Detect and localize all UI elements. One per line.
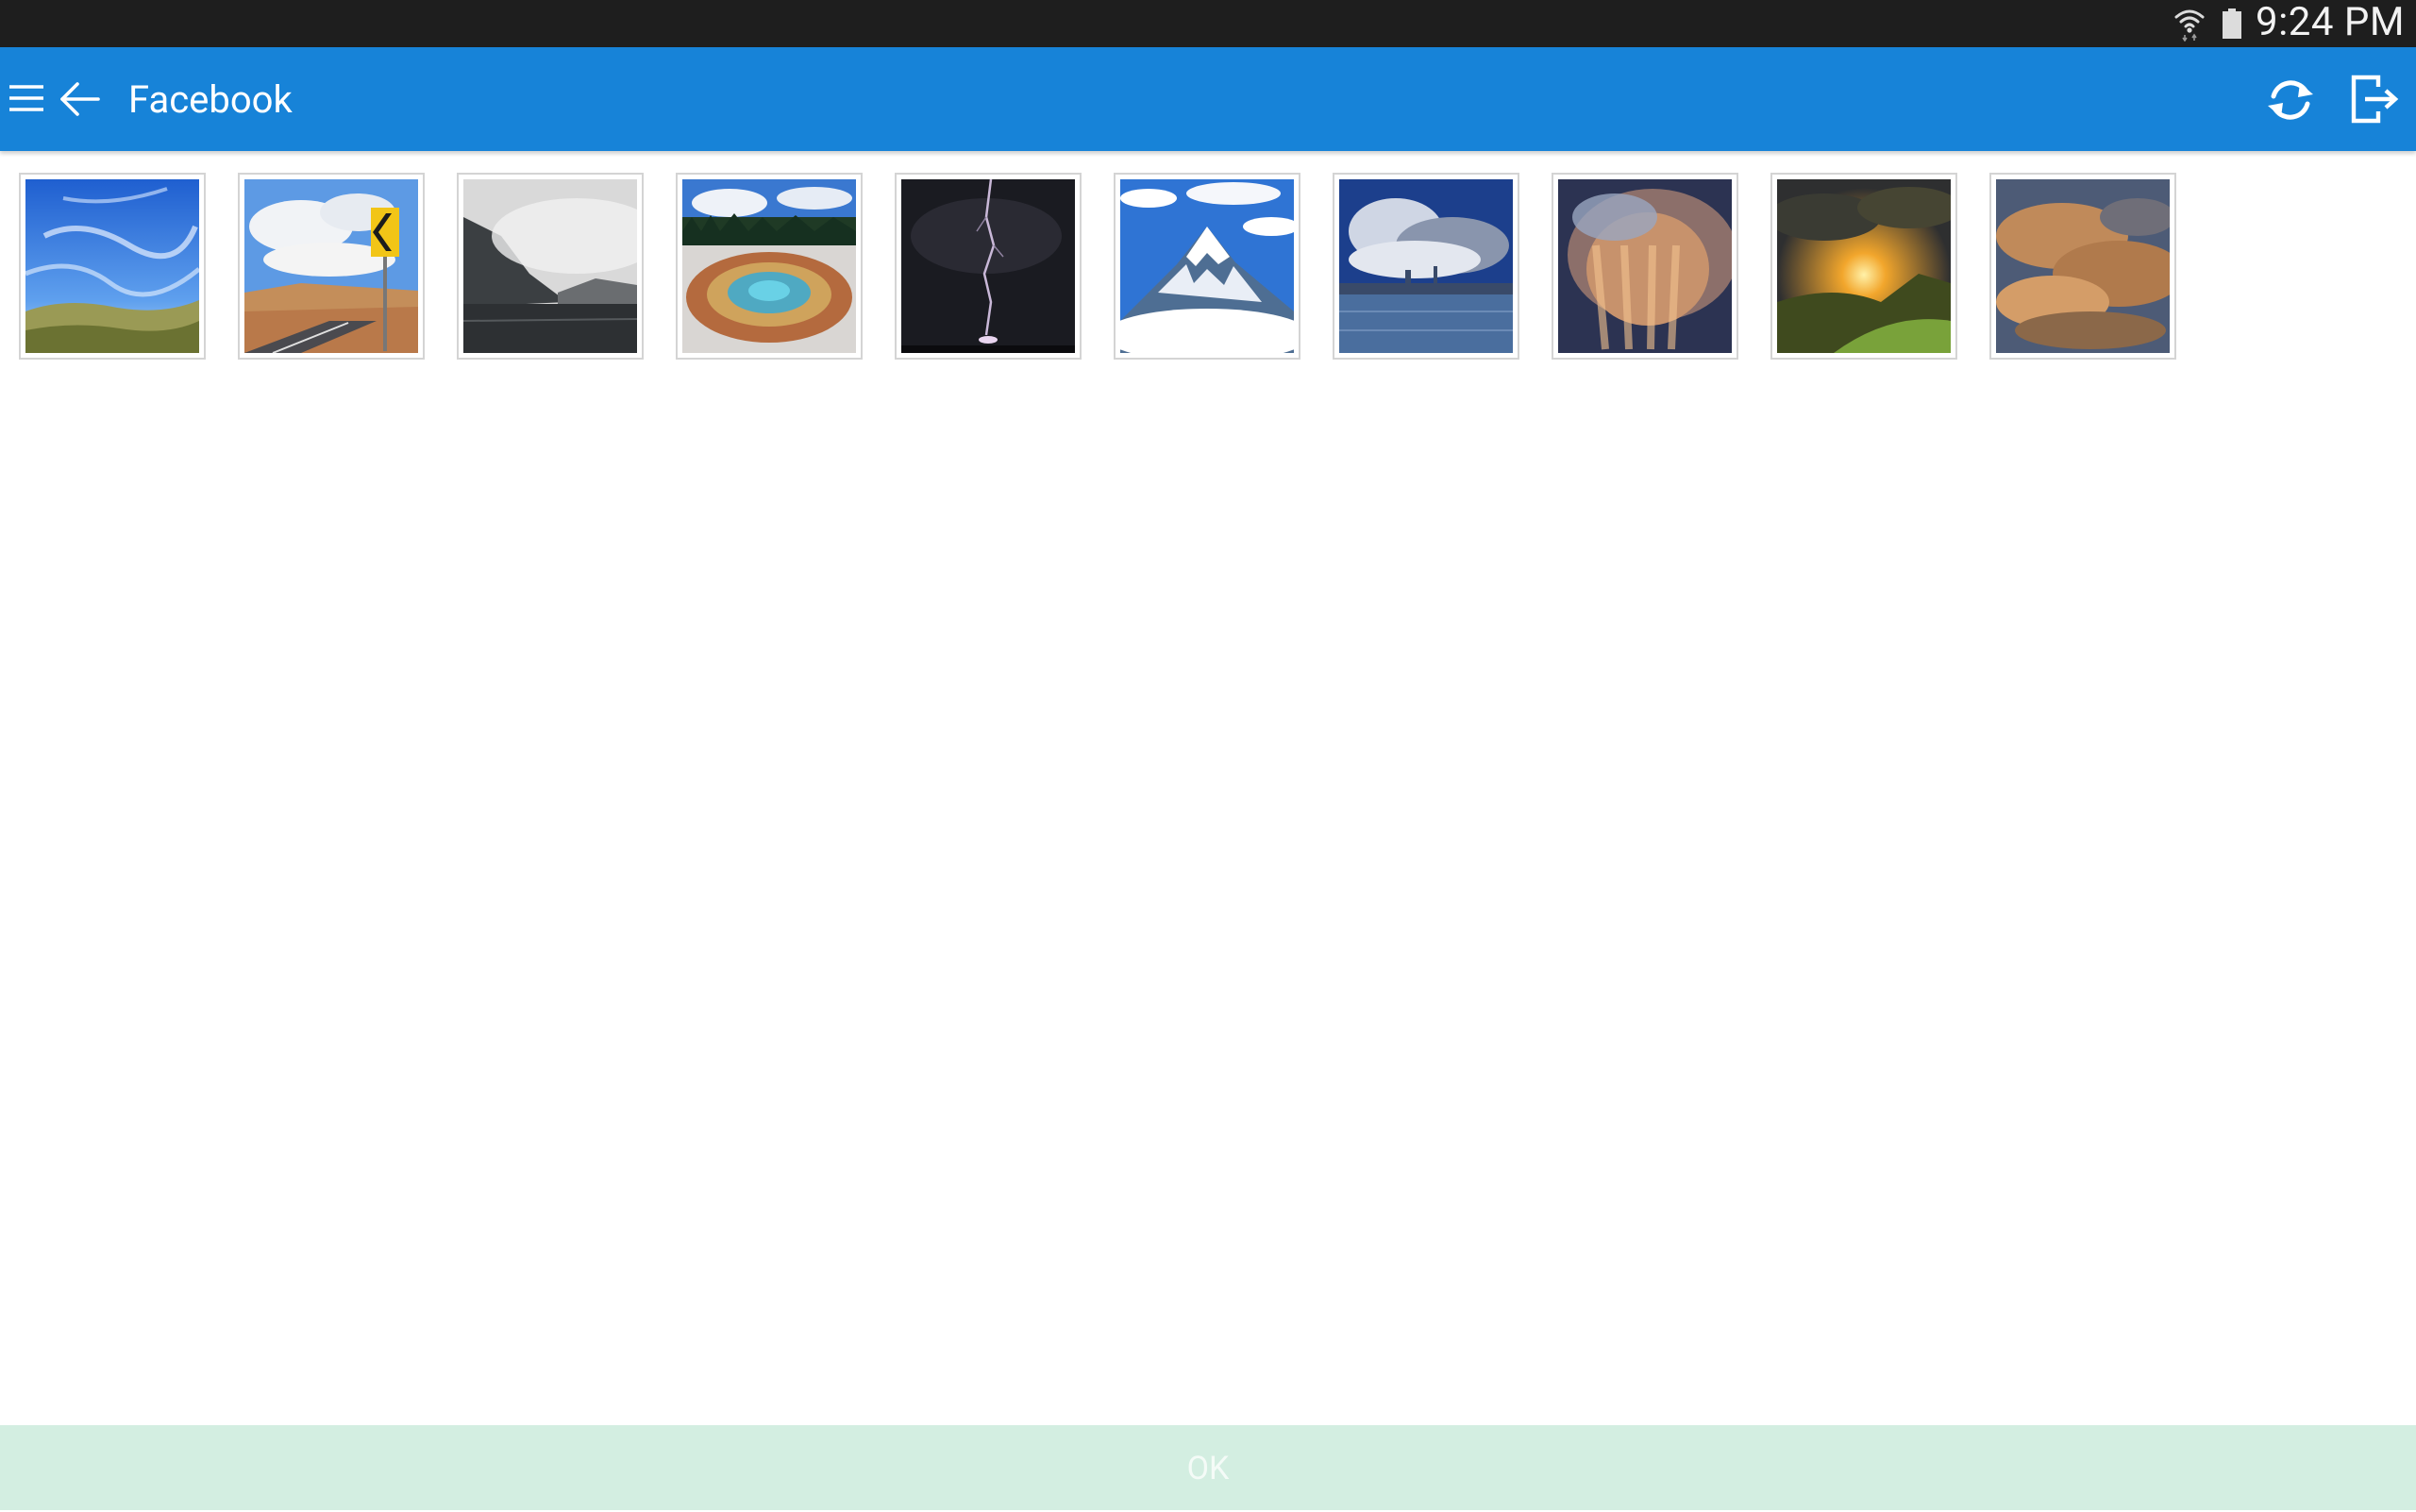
photo-thumbnail[interactable] [457,173,644,360]
app-bar: Facebook [0,47,2416,151]
photo-golden-storm-cloud [1558,179,1732,353]
photo-desert-road-sign [244,179,418,353]
photo-thumbnail[interactable] [895,173,1082,360]
photo-blue-sky-grass [25,179,199,353]
photo-snow-mountain-clouds [1120,179,1294,353]
battery-icon [2223,8,2241,39]
status-bar: 9:24 PM [0,0,2416,47]
photo-lightning-night [901,179,1075,353]
menu-icon[interactable] [8,79,45,117]
wifi-icon [2174,9,2205,42]
photo-hot-spring [682,179,856,353]
ok-bar[interactable]: OK [0,1425,2416,1510]
photo-thumbnail[interactable] [238,173,425,360]
status-time: 9:24 PM [2256,0,2406,45]
photo-thumbnail[interactable] [1114,173,1300,360]
ok-button[interactable]: OK [0,1425,2416,1512]
photo-thumbnail[interactable] [1770,173,1957,360]
photo-thumbnail[interactable] [1989,173,2176,360]
logout-icon[interactable] [2350,74,2401,125]
refresh-icon[interactable] [2262,72,2319,128]
photo-thumbnail[interactable] [1552,173,1738,360]
page-title: Facebook [128,77,293,122]
photo-thumbnail[interactable] [19,173,206,360]
back-arrow-icon[interactable] [59,77,102,121]
photo-sunset-hills [1777,179,1951,353]
photo-misty-mountain-lake [463,179,637,353]
photo-city-storm-clouds [1339,179,1513,353]
photo-orange-clouds [1996,179,2170,353]
photo-thumbnail[interactable] [676,173,863,360]
photo-thumbnail[interactable] [1333,173,1519,360]
